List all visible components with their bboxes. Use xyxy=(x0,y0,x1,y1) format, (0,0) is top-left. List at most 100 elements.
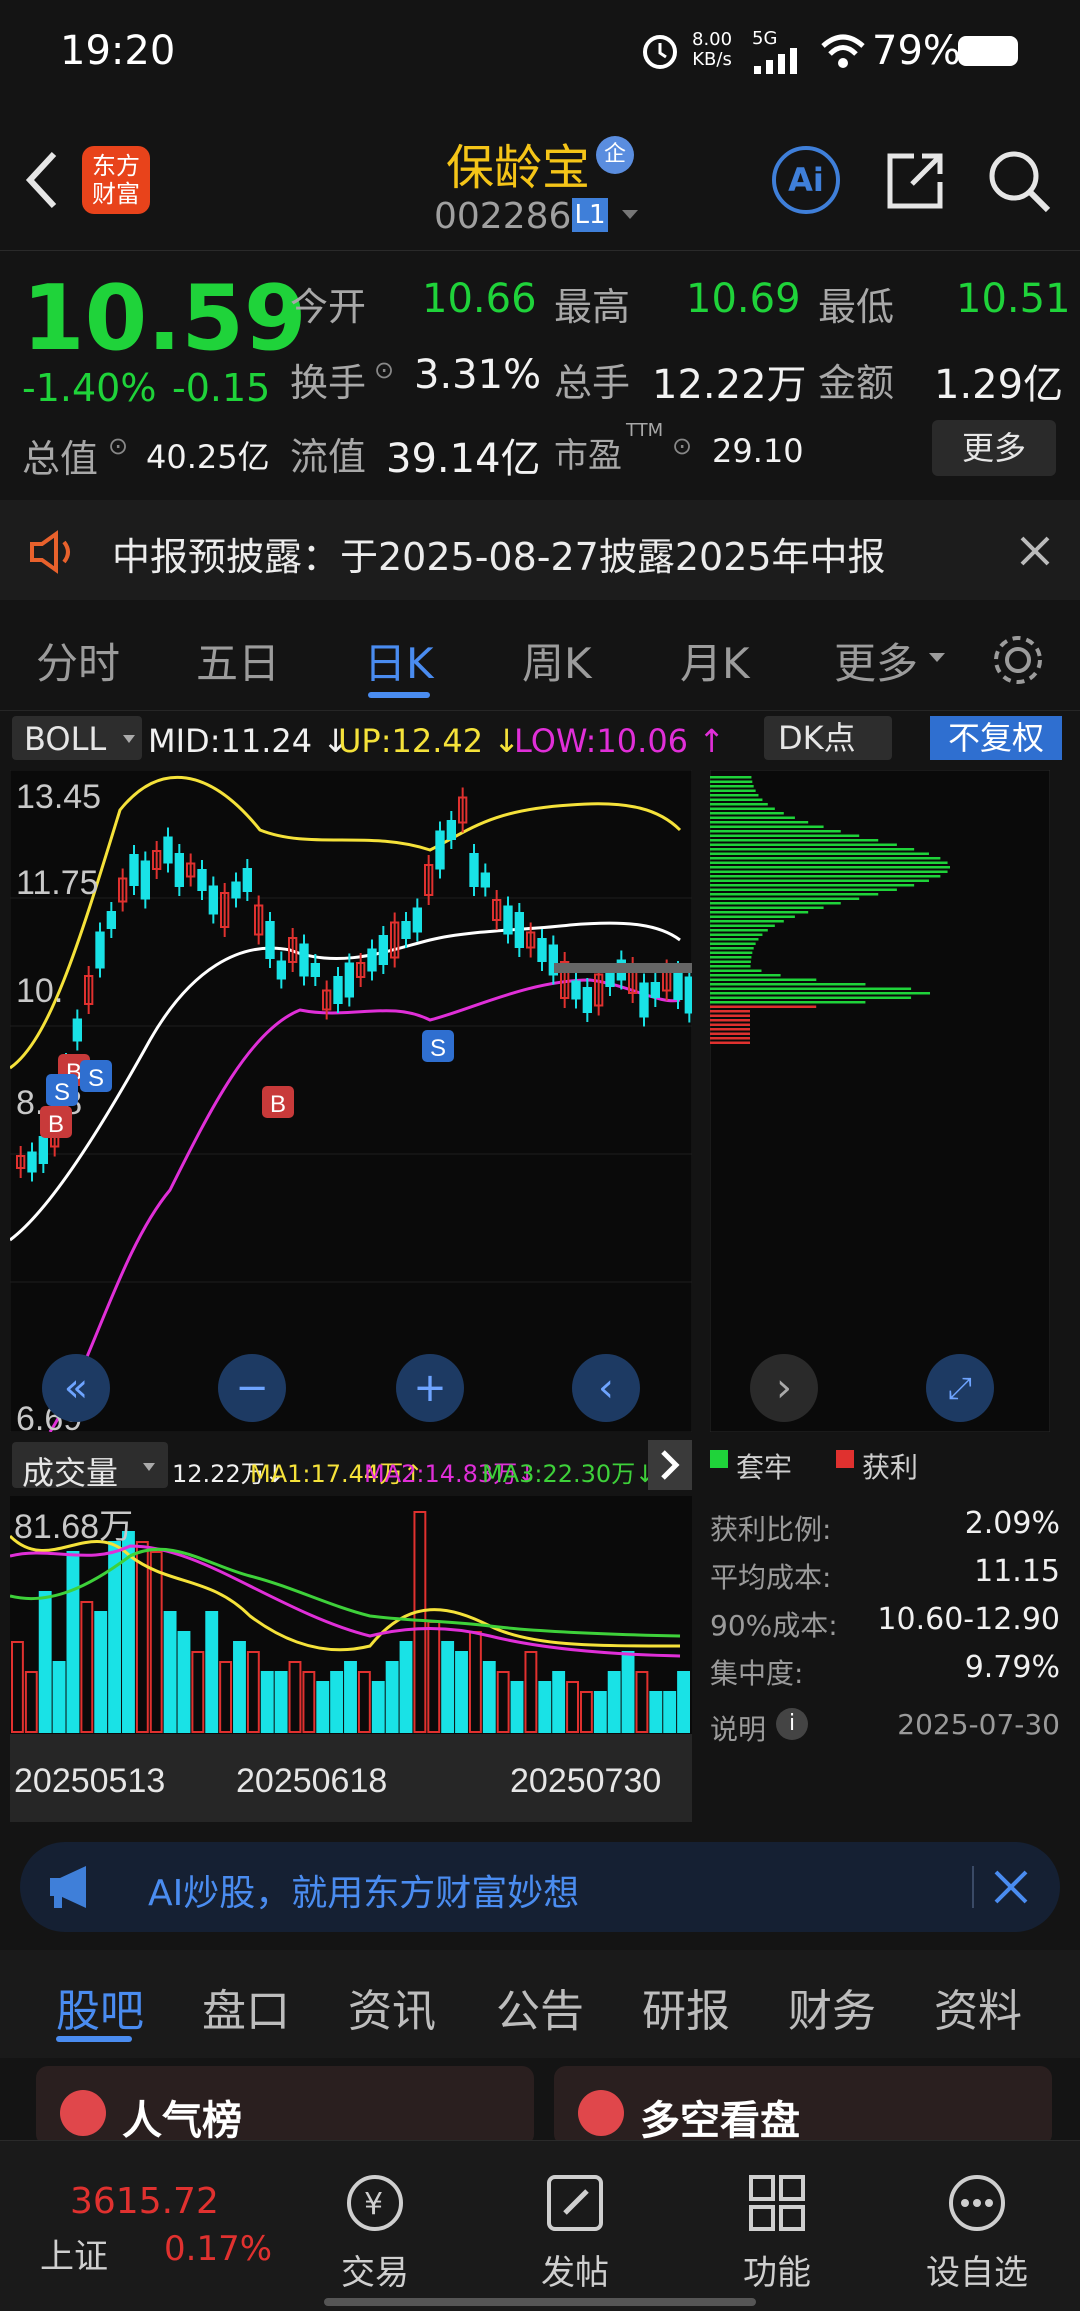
change-percent: -1.40% xyxy=(22,366,157,410)
info-icon[interactable]: ⊙ xyxy=(374,356,394,384)
expand-icon[interactable]: ⤢ xyxy=(926,1354,994,1422)
divider xyxy=(972,1866,974,1908)
dropdown-icon[interactable] xyxy=(620,208,640,222)
more-button[interactable]: 更多 xyxy=(932,420,1056,476)
volume-label: 总手 xyxy=(554,361,631,405)
wifi-icon xyxy=(821,34,865,68)
tab-forum[interactable]: 股吧 xyxy=(56,1975,144,2039)
tab-announcements[interactable]: 公告 xyxy=(496,1975,584,2039)
bull-bear-card[interactable]: 多空看盘 xyxy=(554,2066,1052,2146)
kline-chart[interactable]: 13.45 11.75 10. 8.38 6.69 B B S S B S xyxy=(10,770,692,1432)
tab-more[interactable]: 更多 xyxy=(834,630,918,691)
status-bar: 19:20 8.00 KB/s 5G 79% xyxy=(0,0,1080,100)
popularity-card-title: 人气榜 xyxy=(122,2098,242,2144)
chip-bar xyxy=(710,920,784,923)
notice-bar[interactable]: 中报预披露：于2025-08-27披露2025年中报 xyxy=(0,500,1080,600)
vs-icon xyxy=(578,2090,624,2136)
explain-label[interactable]: 说明 xyxy=(710,1708,766,1748)
ai-assistant-button[interactable]: Ai xyxy=(772,146,840,214)
volume-bar xyxy=(233,1641,246,1733)
buy-signal: B xyxy=(262,1086,294,1118)
candle xyxy=(38,1136,48,1164)
candle xyxy=(503,905,513,935)
chip-distribution-chart[interactable] xyxy=(710,770,1050,1432)
grid-icon xyxy=(749,2175,805,2231)
battery-level: 79% xyxy=(872,28,961,74)
svg-text:¥: ¥ xyxy=(364,2187,383,2222)
chip-stats: 套牢 获利 获利比例: 2.09% 平均成本: 11.15 90%成本: 10.… xyxy=(710,1446,1060,1826)
candle xyxy=(310,963,320,977)
volume-bar xyxy=(260,1671,274,1733)
chip-bar xyxy=(710,879,929,882)
volume-bar xyxy=(482,1661,496,1733)
tab-weekly-k[interactable]: 周K xyxy=(522,630,592,691)
chip-prev-button[interactable]: › xyxy=(750,1354,818,1422)
stock-code: 002286 xyxy=(434,196,572,237)
tab-intraday[interactable]: 分时 xyxy=(36,630,120,691)
legend-trapped: 套牢 xyxy=(736,1451,793,1484)
tab-monthly-k[interactable]: 月K xyxy=(680,630,750,691)
indicator-select[interactable]: BOLL xyxy=(12,716,142,760)
index-ticker[interactable]: 3615.72 上证 0.17% xyxy=(14,2155,274,2295)
stock-header: 东方 财富 保龄宝 企 002286 L1 Ai xyxy=(0,110,1080,251)
chip-bar xyxy=(710,830,841,833)
concentration-label: 集中度: xyxy=(710,1657,804,1690)
zoom-in-button[interactable]: + xyxy=(396,1354,464,1422)
boll-mid: MID:11.24 ↓ xyxy=(148,722,350,760)
volume-expand-button[interactable] xyxy=(648,1440,692,1490)
sell-signal: S xyxy=(46,1074,78,1106)
open-value: 10.66 xyxy=(422,276,537,322)
tab-news[interactable]: 资讯 xyxy=(348,1975,436,2039)
info-icon[interactable]: ⊙ xyxy=(108,432,128,460)
close-icon[interactable] xyxy=(1018,534,1052,568)
candle xyxy=(95,931,105,969)
search-icon[interactable] xyxy=(986,148,1052,214)
level-badge[interactable]: L1 xyxy=(572,198,608,232)
ai-banner[interactable]: AI炒股，就用东方财富妙想 xyxy=(20,1842,1060,1932)
adjust-toggle[interactable]: 不复权 xyxy=(930,716,1062,760)
x-date-2: 20250618 xyxy=(236,1762,387,1800)
indicator-row: BOLL MID:11.24 ↓ UP:12.42 ↓ LOW:10.06 ↑ … xyxy=(0,714,1080,764)
tab-research[interactable]: 研报 xyxy=(642,1975,730,2039)
low-label: 最低 xyxy=(818,285,895,329)
sell-signal: S xyxy=(422,1030,454,1062)
nav-functions[interactable]: 功能 xyxy=(712,2171,842,2294)
tab-five-day[interactable]: 五日 xyxy=(196,630,280,691)
candle xyxy=(242,868,253,892)
nav-functions-label: 功能 xyxy=(743,2253,811,2293)
scroll-left-button[interactable]: ‹ xyxy=(572,1354,640,1422)
nav-post[interactable]: 发帖 xyxy=(510,2171,640,2294)
chip-bar xyxy=(710,816,795,819)
chip-bar xyxy=(710,1023,751,1026)
chip-bar xyxy=(710,776,752,779)
volume-indicator-select[interactable]: 成交量 xyxy=(12,1442,168,1492)
chip-bar xyxy=(710,870,948,873)
tab-daily-k[interactable]: 日K xyxy=(364,630,434,691)
info-icon[interactable]: i xyxy=(776,1708,808,1740)
candle xyxy=(276,960,286,980)
gear-icon[interactable] xyxy=(990,632,1046,688)
tab-finance[interactable]: 财务 xyxy=(788,1975,876,2039)
close-icon[interactable] xyxy=(992,1868,1030,1906)
chip-bar xyxy=(710,812,784,815)
notice-text: 中报预披露：于2025-08-27披露2025年中报 xyxy=(112,535,886,579)
tab-profile[interactable]: 资料 xyxy=(934,1975,1022,2039)
nav-add-watchlist[interactable]: 设自选 xyxy=(912,2171,1042,2294)
chip-bar xyxy=(710,996,912,999)
back-icon[interactable] xyxy=(22,150,62,210)
nav-trade[interactable]: ¥ 交易 xyxy=(310,2171,440,2294)
tab-orderbook[interactable]: 盘口 xyxy=(202,1975,290,2039)
scroll-left-fast-button[interactable]: « xyxy=(42,1354,110,1422)
popularity-card[interactable]: 人气榜 xyxy=(36,2066,534,2146)
zoom-out-button[interactable]: − xyxy=(218,1354,286,1422)
info-icon[interactable]: ⊙ xyxy=(672,432,692,460)
dk-point-select[interactable]: DK点 xyxy=(764,716,892,760)
volume-bar xyxy=(38,1591,52,1733)
chip-bar xyxy=(710,821,809,824)
candle xyxy=(378,935,388,965)
candle xyxy=(469,853,479,887)
chip-bar xyxy=(710,924,775,927)
volume-chart[interactable]: 81.68万 20250513 20250618 20250730 xyxy=(10,1496,692,1822)
stock-name[interactable]: 保龄宝 xyxy=(446,128,590,198)
share-icon[interactable] xyxy=(884,150,948,212)
